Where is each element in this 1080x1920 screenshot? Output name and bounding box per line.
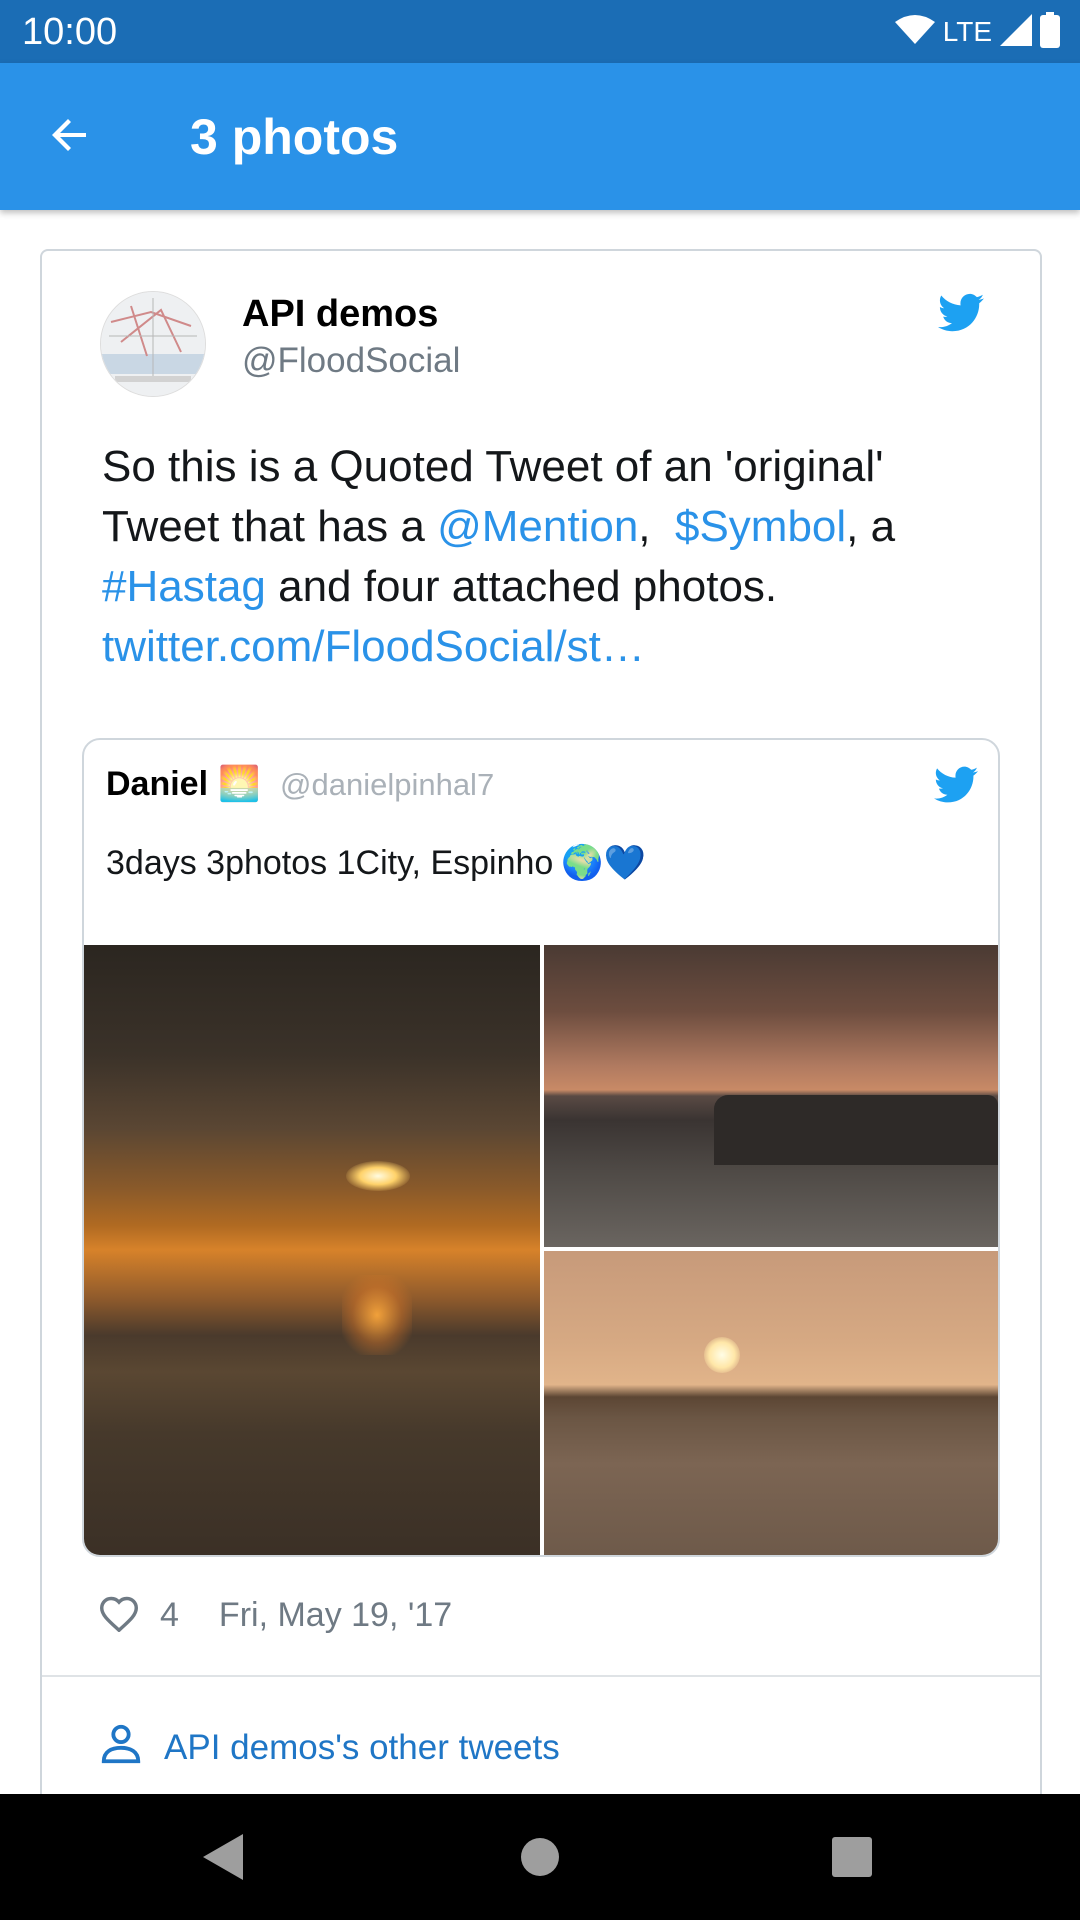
app-bar: 3 photos	[0, 63, 1080, 210]
tweet-photo-1[interactable]	[84, 945, 540, 1555]
tweet-text: So this is a Quoted Tweet of an 'origina…	[102, 437, 982, 677]
sunrise-emoji: 🌅	[218, 765, 261, 803]
other-tweets-link[interactable]: API demos's other tweets	[98, 1721, 560, 1775]
quoted-author-handle: @danielpinhal7	[280, 767, 495, 802]
avatar[interactable]	[100, 291, 206, 397]
tweet-actions: 4 Fri, May 19, '17	[98, 1590, 452, 1640]
hashtag-link[interactable]: #Hastag	[102, 562, 266, 611]
nav-recents-button[interactable]	[827, 1832, 877, 1882]
wifi-icon	[894, 14, 935, 51]
sun-reflection	[342, 1275, 412, 1355]
author-name: API demos	[242, 293, 439, 335]
quoted-author-name: Daniel	[106, 765, 209, 803]
quoted-tweet-card[interactable]: Daniel 🌅 @danielpinhal7 3days 3photos 1C…	[82, 738, 1000, 1557]
twitter-bird-icon	[938, 293, 984, 333]
signal-icon	[1000, 13, 1032, 51]
tweet-photo-2[interactable]	[544, 945, 998, 1247]
tweet-date: Fri, May 19, '17	[218, 1595, 453, 1634]
quoted-author: Daniel 🌅	[106, 762, 260, 806]
tweet-text-part: , a	[846, 502, 896, 551]
rocks	[714, 1095, 998, 1165]
like-count: 4	[160, 1595, 179, 1634]
quoted-text: 3days 3photos 1City, Espinho	[106, 844, 554, 882]
network-type: LTE	[942, 16, 992, 47]
person-icon	[98, 1721, 144, 1776]
sunset-sun	[704, 1337, 740, 1373]
arrow-back-icon	[46, 111, 94, 164]
battery-icon	[1040, 11, 1060, 53]
url-link[interactable]: twitter.com/FloodSocial/st…	[102, 622, 645, 671]
status-time: 10:00	[22, 11, 118, 53]
navigation-bar	[0, 1794, 1080, 1920]
tweet-photo-3[interactable]	[544, 1251, 998, 1555]
author-handle: @FloodSocial	[242, 341, 461, 380]
globe-heart-emojis: 🌍💙	[561, 844, 646, 882]
quoted-tweet-text: 3days 3photos 1City, Espinho 🌍💙	[106, 838, 646, 888]
divider	[42, 1675, 1040, 1677]
nav-home-button[interactable]	[515, 1832, 565, 1882]
other-tweets-label: API demos's other tweets	[164, 1728, 560, 1767]
page-title: 3 photos	[190, 109, 399, 165]
back-button[interactable]	[36, 103, 104, 171]
heart-icon[interactable]	[98, 1594, 140, 1637]
sunset-sun	[346, 1161, 410, 1191]
twitter-bird-icon	[934, 766, 978, 804]
status-bar: 10:00 LTE	[0, 0, 1080, 63]
tweet-text-part: ,	[638, 502, 675, 551]
mention-link[interactable]: @Mention	[437, 502, 638, 551]
status-icons: LTE	[894, 11, 1060, 53]
tweet-text-part: and four attached photos.	[265, 562, 778, 611]
nav-back-button[interactable]	[200, 1832, 250, 1882]
symbol-link[interactable]: $Symbol	[675, 502, 846, 551]
tweet-card[interactable]: API demos @FloodSocial So this is a Quot…	[40, 249, 1042, 1813]
